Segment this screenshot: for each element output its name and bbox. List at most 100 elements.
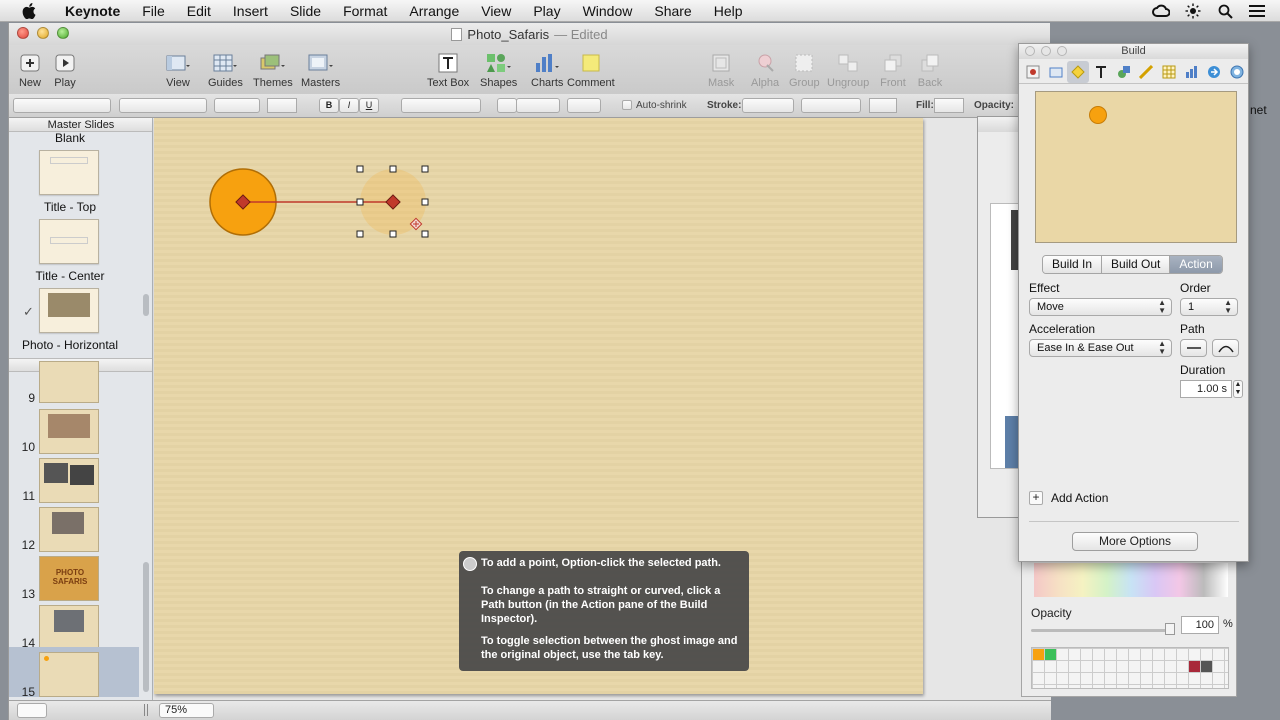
master-thumb-photo-horizontal[interactable] — [39, 288, 99, 333]
font-family-popup[interactable] — [119, 98, 207, 113]
slide-inspector-icon[interactable] — [1045, 61, 1067, 83]
inspector-minimize-button[interactable] — [1041, 46, 1051, 56]
inspector-close-button[interactable] — [1025, 46, 1035, 56]
table-inspector-icon[interactable] — [1158, 61, 1180, 83]
navigator-view-popup[interactable] — [17, 703, 47, 718]
slide-thumb-9[interactable] — [39, 361, 99, 403]
swatch-red[interactable] — [1189, 661, 1200, 672]
slide-thumb-12[interactable] — [39, 507, 99, 552]
stroke-color-well[interactable] — [869, 98, 897, 113]
menu-slide[interactable]: Slide — [279, 0, 332, 22]
brightness-icon[interactable] — [1184, 2, 1202, 20]
opacity-field[interactable]: 100 — [1181, 616, 1219, 634]
spacing-popup[interactable] — [516, 98, 560, 113]
fill-color-well[interactable] — [934, 98, 964, 113]
metrics-inspector-icon[interactable] — [1136, 61, 1158, 83]
build-in-tab[interactable]: Build In — [1043, 256, 1103, 273]
auto-shrink-checkbox[interactable] — [622, 100, 632, 110]
font-size-field[interactable] — [267, 98, 297, 113]
opacity-slider-knob[interactable] — [1165, 623, 1175, 635]
shapes-button[interactable]: Shapes — [480, 51, 517, 89]
quicktime-inspector-icon[interactable] — [1226, 61, 1248, 83]
effect-popup[interactable]: Move ▲ ▼ — [1029, 298, 1172, 316]
alpha-button[interactable]: Alpha — [751, 51, 779, 89]
graphic-inspector-icon[interactable] — [1113, 61, 1135, 83]
zoom-popup[interactable]: 75% — [159, 703, 214, 718]
bold-button[interactable]: B — [319, 98, 339, 113]
menu-share[interactable]: Share — [643, 0, 702, 22]
close-window-button[interactable] — [17, 27, 29, 39]
back-button[interactable]: Back — [917, 51, 943, 89]
order-popup[interactable]: 1 ▲ ▼ — [1180, 298, 1238, 316]
creative-cloud-icon[interactable] — [1152, 2, 1170, 20]
chart-inspector-icon[interactable] — [1181, 61, 1203, 83]
build-out-tab[interactable]: Build Out — [1102, 256, 1171, 273]
master-thumb-title-top[interactable] — [39, 150, 99, 195]
duration-field[interactable]: 1.00 s — [1180, 380, 1232, 398]
comment-button[interactable]: Comment — [567, 51, 615, 89]
slide-thumb-14[interactable] — [39, 605, 99, 650]
document-inspector-icon[interactable] — [1022, 61, 1044, 83]
acceleration-popup[interactable]: Ease In & Ease Out ▲ ▼ — [1029, 339, 1172, 357]
list-icon[interactable] — [1248, 2, 1266, 20]
inspector-zoom-button[interactable] — [1057, 46, 1067, 56]
menu-file[interactable]: File — [131, 0, 176, 22]
alignment-buttons[interactable] — [401, 98, 481, 113]
slides-scrollbar[interactable] — [143, 562, 149, 692]
mask-button[interactable]: Mask — [708, 51, 734, 89]
font-style-popup[interactable] — [214, 98, 260, 113]
menu-arrange[interactable]: Arrange — [398, 0, 470, 22]
view-button[interactable]: View — [165, 51, 191, 89]
slide-thumb-15[interactable] — [39, 652, 99, 697]
text-box-button[interactable]: Text Box — [427, 51, 469, 89]
ungroup-button[interactable]: Ungroup — [827, 51, 869, 89]
guides-button[interactable]: Guides — [208, 51, 243, 89]
charts-button[interactable]: Charts — [531, 51, 563, 89]
swatch-gray[interactable] — [1201, 661, 1212, 672]
minimize-window-button[interactable] — [37, 27, 49, 39]
menu-play[interactable]: Play — [522, 0, 571, 22]
play-button[interactable]: Play — [52, 51, 78, 89]
tooltip-close-icon[interactable] — [463, 557, 477, 571]
columns-popup[interactable] — [567, 98, 601, 113]
text-inspector-icon[interactable] — [1090, 61, 1112, 83]
line-spacing-icon[interactable] — [497, 98, 517, 113]
underline-button[interactable]: U — [359, 98, 379, 113]
new-button[interactable]: New — [17, 51, 43, 89]
masters-scrollbar[interactable] — [143, 294, 149, 316]
duration-stepper[interactable]: ▲ ▼ — [1233, 380, 1243, 398]
masters-button[interactable]: Masters — [301, 51, 340, 89]
swatch-green[interactable] — [1045, 649, 1056, 660]
swatch-grid[interactable] — [1031, 647, 1229, 689]
build-inspector-icon[interactable] — [1067, 60, 1090, 83]
menu-window[interactable]: Window — [572, 0, 644, 22]
group-button[interactable]: Group — [789, 51, 820, 89]
menu-app-keynote[interactable]: Keynote — [54, 0, 131, 22]
opacity-slider[interactable] — [1031, 629, 1172, 632]
front-button[interactable]: Front — [880, 51, 906, 89]
menu-edit[interactable]: Edit — [176, 0, 222, 22]
slide-thumb-13[interactable]: PHOTO SAFARIS — [39, 556, 99, 601]
menu-format[interactable]: Format — [332, 0, 398, 22]
zoom-window-button[interactable] — [57, 27, 69, 39]
resize-handle-icon[interactable] — [144, 704, 148, 716]
style-popup[interactable] — [13, 98, 111, 113]
menu-help[interactable]: Help — [703, 0, 754, 22]
menu-view[interactable]: View — [470, 0, 522, 22]
master-thumb-title-center[interactable] — [39, 219, 99, 264]
italic-button[interactable]: I — [339, 98, 359, 113]
swatch-orange[interactable] — [1033, 649, 1044, 660]
hyperlink-inspector-icon[interactable] — [1204, 61, 1226, 83]
stroke-width-popup[interactable] — [801, 98, 861, 113]
curved-path-button[interactable] — [1212, 339, 1239, 357]
crayon-box[interactable] — [1034, 563, 1228, 597]
apple-icon[interactable] — [20, 2, 38, 19]
straight-path-button[interactable] — [1180, 339, 1207, 357]
themes-button[interactable]: Themes — [253, 51, 293, 89]
more-options-button[interactable]: More Options — [1072, 532, 1198, 551]
add-action-label[interactable]: Add Action — [1051, 491, 1108, 505]
action-tab[interactable]: Action — [1170, 256, 1222, 273]
search-icon[interactable] — [1216, 2, 1234, 20]
slide-thumb-11[interactable] — [39, 458, 99, 503]
add-action-plus-icon[interactable]: + — [1029, 491, 1043, 505]
